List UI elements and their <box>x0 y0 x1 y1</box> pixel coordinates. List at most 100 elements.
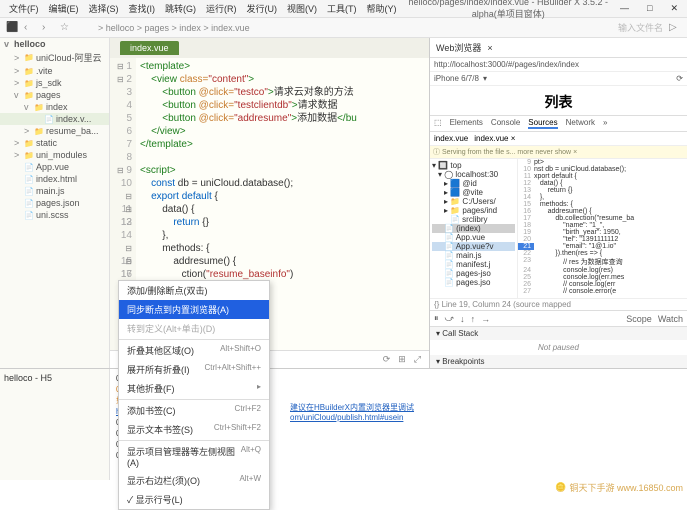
callstack-body: Not paused <box>430 340 687 355</box>
device-select[interactable]: iPhone 6/7/8 <box>434 74 479 83</box>
search-placeholder[interactable]: 输入文件名 <box>618 21 663 34</box>
sidebar-item[interactable]: >📁 uniCloud-阿里云 <box>0 50 109 65</box>
step-out-icon[interactable]: ↑ <box>471 314 476 324</box>
tree-item[interactable]: 📄 pages.jso <box>432 278 515 287</box>
tree-item[interactable]: 📄 srclibry <box>432 215 515 224</box>
menu-view[interactable]: 视图(V) <box>282 2 322 15</box>
breakpoints-header[interactable]: ▾ Breakpoints <box>430 355 687 368</box>
tab-network[interactable]: Network <box>566 118 595 129</box>
refresh-icon[interactable]: ⟳ <box>676 74 683 83</box>
back-icon[interactable]: ‹ <box>24 22 36 34</box>
sidebar: vhelloco >📁 uniCloud-阿里云>📁 .vite>📁 js_sd… <box>0 38 110 368</box>
tab-index-vue[interactable]: index.vue <box>120 41 179 55</box>
sidebar-item[interactable]: 📄 pages.json <box>0 197 109 209</box>
sidebar-item[interactable]: >📁 js_sdk <box>0 77 109 89</box>
tab-sources[interactable]: Sources <box>528 118 557 129</box>
sidebar-item[interactable]: 📄 uni.scss <box>0 209 109 221</box>
tree-item[interactable]: ▸ 🟦 @vite <box>432 188 515 197</box>
page-preview[interactable]: 列表 <box>430 86 687 116</box>
source-tree[interactable]: ▾ 🔲 top▾ ◯ localhost:30▸ 🟦 @id▸ 🟦 @vite▸… <box>430 159 518 298</box>
source-tab-2[interactable]: index.vue × <box>474 134 515 143</box>
app-icon: ⬛ <box>6 22 18 34</box>
menu-item[interactable]: 显示项目管理器等左侧视图(A)Alt+Q <box>119 442 269 471</box>
expand-icon[interactable]: ⤢ <box>414 354 421 365</box>
close-icon[interactable]: ✕ <box>665 3 683 14</box>
sidebar-item[interactable]: 📄 App.vue <box>0 161 109 173</box>
devtools-tabs: ⬚ Elements Console Sources Network » <box>430 116 687 132</box>
step-icon[interactable]: → <box>481 314 490 324</box>
menu-item[interactable]: 其他折叠(F)▸ <box>119 379 269 398</box>
sidebar-item[interactable]: v📁 pages <box>0 89 109 101</box>
url-bar[interactable]: http://localhost:3000/#/pages/index/inde… <box>430 58 687 72</box>
tree-item[interactable]: 📄 App.vue?v <box>432 242 515 251</box>
watch-tab[interactable]: Watch <box>658 314 683 324</box>
devtools-close-icon[interactable]: × <box>487 43 492 53</box>
sync-icon[interactable]: ⟳ <box>383 354 391 365</box>
menu-item[interactable]: 添加/删除断点(双击) <box>119 281 269 300</box>
tree-item[interactable]: ▾ ◯ localhost:30 <box>432 170 515 179</box>
menu-edit[interactable]: 编辑(E) <box>44 2 84 15</box>
menu-item[interactable]: 转到定义(Alt+单击)(D) <box>119 319 269 338</box>
sidebar-item[interactable]: >📁 static <box>0 137 109 149</box>
chevron-down-icon[interactable]: ▾ <box>483 74 487 83</box>
forward-icon[interactable]: › <box>42 22 54 34</box>
sidebar-item[interactable]: 📄 main.js <box>0 185 109 197</box>
menu-find[interactable]: 查找(I) <box>124 2 161 15</box>
info-banner[interactable]: ⓘ Serving from the file s... more never … <box>430 146 687 159</box>
tree-item[interactable]: 📄 App.vue <box>432 233 515 242</box>
sidebar-item[interactable]: v📁 index <box>0 101 109 113</box>
menu-item[interactable]: 显示右边栏(须)(O)Alt+W <box>119 471 269 490</box>
source-tab-1[interactable]: index.vue <box>434 134 468 143</box>
tree-item[interactable]: ▸ 📁 C:/Users/ <box>432 197 515 206</box>
breadcrumb[interactable]: > helloco > pages > index > index.vue <box>78 23 250 33</box>
tab-elements[interactable]: Elements <box>450 118 483 129</box>
terminal-label[interactable]: helloco - H5 <box>4 373 105 383</box>
minimize-icon[interactable]: — <box>615 3 634 14</box>
sidebar-item[interactable]: >📁 .vite <box>0 65 109 77</box>
menu-select[interactable]: 选择(S) <box>84 2 124 15</box>
menu-file[interactable]: 文件(F) <box>4 2 44 15</box>
maximize-icon[interactable]: □ <box>642 3 657 14</box>
menu-tools[interactable]: 工具(T) <box>322 2 362 15</box>
devtools-title: Web浏览器 <box>436 41 481 54</box>
preview-icon[interactable]: ▷ <box>669 22 681 34</box>
step-over-icon[interactable]: ⤻ <box>445 313 455 324</box>
menu-item[interactable]: 同步断点到内置浏览器(A) <box>119 300 269 319</box>
menu-bar: 文件(F) 编辑(E) 选择(S) 查找(I) 跳转(G) 运行(R) 发行(U… <box>0 0 687 18</box>
menu-item[interactable]: 添加书签(C)Ctrl+F2 <box>119 401 269 420</box>
menu-help[interactable]: 帮助(Y) <box>362 2 402 15</box>
theme-icon[interactable]: ☆ <box>60 22 72 34</box>
tree-item[interactable]: 📄 pages-jso <box>432 269 515 278</box>
more-icon[interactable]: » <box>603 118 607 129</box>
source-code[interactable]: 9pt>10nst db = uniCloud.database();11xpo… <box>518 159 687 298</box>
tree-item[interactable]: ▸ 🟦 @id <box>432 179 515 188</box>
menu-item[interactable]: 显示文本书签(S)Ctrl+Shift+F2 <box>119 420 269 439</box>
tree-item[interactable]: 📄 (index) <box>432 224 515 233</box>
menu-run[interactable]: 运行(R) <box>201 2 242 15</box>
pause-icon[interactable]: ⏸ <box>434 313 439 324</box>
tree-item[interactable]: 📄 manifest.j <box>432 260 515 269</box>
sidebar-item[interactable]: >📁 resume_ba... <box>0 125 109 137</box>
step-into-icon[interactable]: ↓ <box>460 314 465 324</box>
scope-tab[interactable]: Scope <box>626 314 652 324</box>
sidebar-item[interactable]: 📄 index.html <box>0 173 109 185</box>
editor-tabs: index.vue <box>110 38 429 58</box>
menu-item[interactable]: 展开所有折叠(I)Ctrl+Alt+Shift++ <box>119 360 269 379</box>
cursor-status: Line 19, Column 24 (source mapped <box>442 300 571 309</box>
terminal-panel: helloco - H5 06:13:36.543 ready06:13:36.… <box>0 368 687 480</box>
sidebar-item[interactable]: 📄 index.v... <box>0 113 109 125</box>
menu-goto[interactable]: 跳转(G) <box>160 2 201 15</box>
tree-item[interactable]: 📄 main.js <box>432 251 515 260</box>
project-root[interactable]: vhelloco <box>0 38 109 50</box>
grid-icon[interactable]: ⊞ <box>398 354 406 365</box>
inspector-icon[interactable]: ⬚ <box>434 118 442 129</box>
sidebar-item[interactable]: >📁 uni_modules <box>0 149 109 161</box>
callstack-header[interactable]: ▾ Call Stack <box>430 327 687 340</box>
menu-item[interactable]: 折叠其他区域(O)Alt+Shift+O <box>119 341 269 360</box>
tab-console[interactable]: Console <box>491 118 520 129</box>
tree-item[interactable]: ▾ 🔲 top <box>432 161 515 170</box>
menu-publish[interactable]: 发行(U) <box>242 2 283 15</box>
debug-controls: ⏸ ⤻ ↓ ↑ → Scope Watch <box>430 310 687 326</box>
tree-item[interactable]: ▸ 📁 pages/ind <box>432 206 515 215</box>
devtools-panel: Web浏览器 × http://localhost:3000/#/pages/i… <box>429 38 687 368</box>
